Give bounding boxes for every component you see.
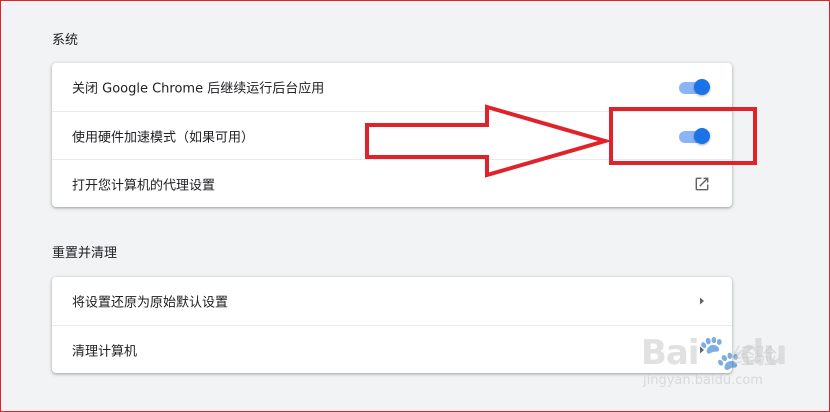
cleanup-computer-label: 清理计算机	[72, 344, 138, 359]
restore-defaults-row[interactable]: 将设置还原为原始默认设置	[52, 277, 732, 325]
chevron-right-icon[interactable]	[698, 296, 706, 306]
watermark-suffix: 经验	[733, 345, 778, 370]
restore-defaults-label: 将设置还原为原始默认设置	[72, 295, 229, 311]
reset-card: 将设置还原为原始默认设置 清理计算机	[52, 277, 732, 373]
section-title-system: 系统	[52, 33, 79, 48]
toggle-knob	[694, 79, 710, 95]
proxy-settings-label: 打开您计算机的代理设置	[72, 178, 216, 193]
chevron-right-icon[interactable]	[698, 345, 706, 355]
watermark-url: jingyan.baidu.com	[643, 373, 763, 388]
settings-page: 系统 关闭 Google Chrome 后继续运行后台应用 使用硬件加速模式（如…	[0, 0, 830, 412]
background-apps-label: 关闭 Google Chrome 后继续运行后台应用	[72, 81, 325, 97]
background-apps-toggle[interactable]	[678, 77, 712, 97]
system-card: 关闭 Google Chrome 后继续运行后台应用 使用硬件加速模式（如果可用…	[52, 63, 732, 207]
cleanup-computer-row[interactable]: 清理计算机	[52, 325, 732, 373]
hardware-acceleration-row[interactable]: 使用硬件加速模式（如果可用）	[52, 111, 732, 159]
section-title-reset: 重置并清理	[52, 246, 118, 261]
proxy-settings-row[interactable]: 打开您计算机的代理设置	[52, 159, 732, 207]
open-in-new-icon[interactable]	[694, 176, 710, 192]
toggle-knob	[694, 127, 710, 144]
background-apps-row[interactable]: 关闭 Google Chrome 后继续运行后台应用	[52, 63, 732, 111]
hardware-acceleration-toggle[interactable]	[678, 126, 712, 146]
hardware-acceleration-label: 使用硬件加速模式（如果可用）	[72, 130, 255, 145]
